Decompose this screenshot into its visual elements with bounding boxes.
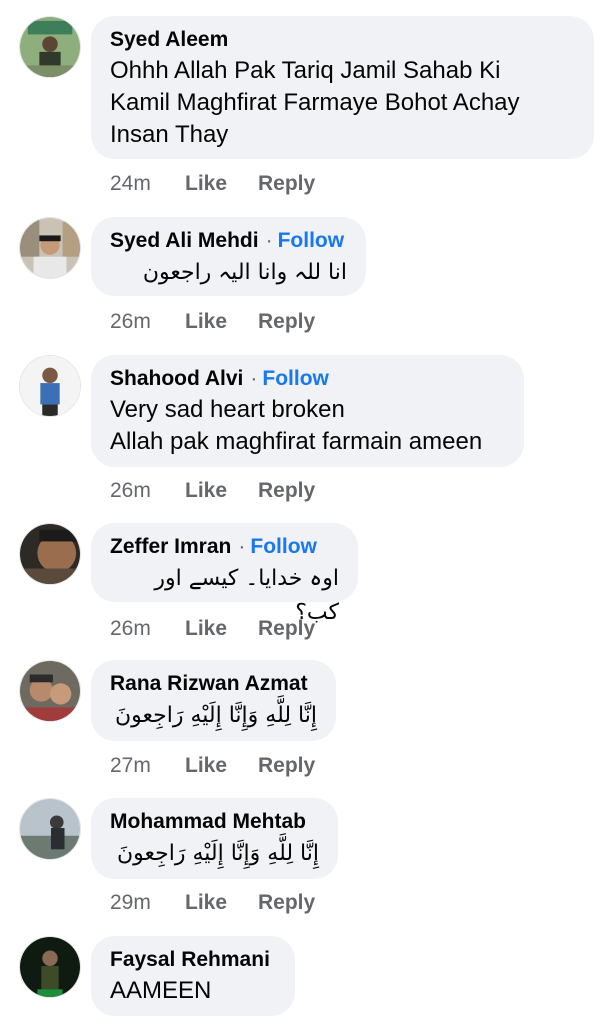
like-button[interactable]: Like — [185, 891, 258, 915]
avatar[interactable] — [19, 798, 81, 860]
author-name[interactable]: Shahood Alvi — [110, 366, 243, 392]
author-name[interactable]: Rana Rizwan Azmat — [110, 671, 308, 697]
comment-actions: 27m Like Reply — [110, 754, 315, 778]
timestamp[interactable]: 29m — [110, 891, 185, 915]
timestamp[interactable]: 26m — [110, 310, 185, 334]
timestamp[interactable]: 24m — [110, 172, 185, 196]
avatar[interactable] — [19, 936, 81, 998]
separator-dot: · — [238, 535, 246, 558]
avatar[interactable] — [19, 355, 81, 417]
author-name[interactable]: Faysal Rehmani — [110, 947, 270, 973]
avatar[interactable] — [19, 16, 81, 78]
author-name[interactable]: Syed Aleem — [110, 27, 228, 53]
timestamp[interactable]: 26m — [110, 479, 185, 503]
reply-button[interactable]: Reply — [258, 479, 315, 503]
follow-button[interactable]: Follow — [262, 366, 329, 392]
like-button[interactable]: Like — [185, 754, 258, 778]
follow-button[interactable]: Follow — [250, 534, 317, 560]
comment-actions: 26m Like Reply — [110, 310, 315, 334]
comment-actions: 29m Like Reply — [110, 891, 315, 915]
timestamp[interactable]: 27m — [110, 754, 185, 778]
comment-actions: 26m Like Reply — [110, 617, 315, 641]
comment-text: انا للہ وانا الیہ راجعون — [142, 260, 347, 285]
author-name[interactable]: Mohammad Mehtab — [110, 809, 306, 835]
like-button[interactable]: Like — [185, 617, 258, 641]
like-button[interactable]: Like — [185, 479, 258, 503]
comment-bubble: Mohammad Mehtab إِنَّا لِلَّهِ وَإِنَّا … — [91, 798, 338, 879]
separator-dot: · — [250, 367, 258, 390]
reply-button[interactable]: Reply — [258, 172, 315, 196]
like-button[interactable]: Like — [185, 172, 258, 196]
timestamp[interactable]: 26m — [110, 617, 185, 641]
separator-dot: · — [265, 229, 273, 252]
comment-text: AAMEEN — [110, 977, 212, 1004]
comment-bubble: Rana Rizwan Azmat إِنَّا لِلَّهِ وَإِنَّ… — [91, 660, 336, 741]
reply-button[interactable]: Reply — [258, 891, 315, 915]
comment-actions: 24m Like Reply — [110, 172, 315, 196]
avatar[interactable] — [19, 523, 81, 585]
author-name[interactable]: Zeffer Imran — [110, 534, 231, 560]
comment-text: Ohhh Allah Pak Tariq Jamil Sahab Ki Kami… — [110, 57, 520, 148]
comment-bubble: Syed Aleem Ohhh Allah Pak Tariq Jamil Sa… — [91, 16, 594, 159]
comment-text: Very sad heart broken Allah pak maghfira… — [110, 396, 483, 455]
author-name[interactable]: Syed Ali Mehdi — [110, 228, 259, 254]
comment-bubble: Syed Ali Mehdi · Follow انا للہ وانا الی… — [91, 217, 366, 296]
comment-actions: 26m Like Reply — [110, 479, 315, 503]
comment-bubble: Faysal Rehmani AAMEEN — [91, 936, 295, 1016]
reply-button[interactable]: Reply — [258, 754, 315, 778]
comment-bubble: Zeffer Imran · Follow اوہ خدایا۔ کیسے او… — [91, 523, 358, 625]
avatar[interactable] — [19, 660, 81, 722]
comment-bubble: Shahood Alvi · Follow Very sad heart bro… — [91, 355, 524, 467]
follow-button[interactable]: Follow — [278, 228, 345, 254]
avatar[interactable] — [19, 217, 81, 279]
like-button[interactable]: Like — [185, 310, 258, 334]
reply-button[interactable]: Reply — [258, 310, 315, 334]
comment-text: إِنَّا لِلَّهِ وَإِنَّا إِلَيْهِ رَاجِعو… — [117, 841, 319, 866]
comment-text: إِنَّا لِلَّهِ وَإِنَّا إِلَيْهِ رَاجِعو… — [115, 703, 317, 728]
reply-button[interactable]: Reply — [258, 617, 315, 641]
